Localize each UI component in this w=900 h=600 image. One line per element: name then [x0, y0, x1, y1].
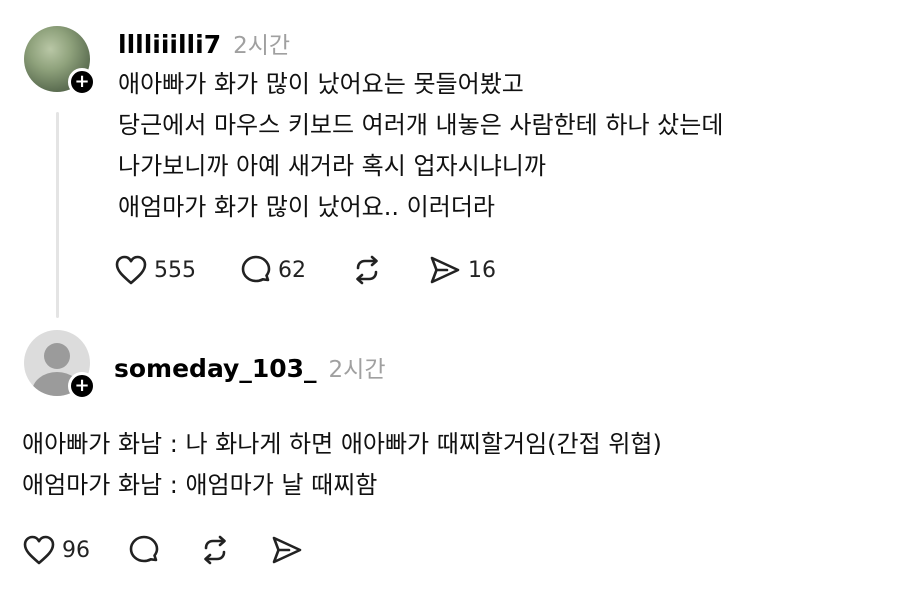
- thread-post-1: + lllliiilli7 2시간 애아빠가 화가 많이 났어요는 못들어봤고 …: [0, 0, 900, 330]
- follow-plus-icon[interactable]: +: [68, 372, 96, 400]
- comment-bubble-icon: [241, 255, 271, 283]
- like-button[interactable]: 555: [114, 254, 196, 286]
- repost-icon: [356, 255, 378, 285]
- post-header: someday_103_ 2시간: [114, 350, 386, 384]
- thread-post-2: + someday_103_ 2시간 애아빠가 화남 : 나 화나게 하면 애아…: [0, 320, 900, 600]
- post-body: 애아빠가 화가 많이 났어요는 못들어봤고 당근에서 마우스 키보드 여러개 내…: [118, 64, 723, 228]
- like-count: 96: [62, 537, 90, 563]
- post-line: 애엄마가 화남 : 애엄마가 날 때찌함: [22, 471, 378, 499]
- share-count: 16: [468, 257, 496, 283]
- thread-connector-line: [56, 112, 59, 318]
- like-button[interactable]: 96: [22, 534, 90, 566]
- share-button[interactable]: [270, 534, 304, 566]
- repost-icon: [204, 535, 226, 565]
- send-icon: [430, 256, 460, 284]
- post-line: 애아빠가 화남 : 나 화나게 하면 애아빠가 때찌할거임(간접 위협): [22, 430, 662, 458]
- post-actions: 555 62 16: [114, 254, 540, 286]
- like-count: 555: [154, 257, 196, 283]
- username[interactable]: lllliiilli7: [118, 30, 221, 59]
- send-icon: [272, 536, 302, 564]
- avatar-head-shape: [44, 343, 70, 369]
- post-line: 나가보니까 아예 새거라 혹시 업자시냐니까: [118, 152, 546, 180]
- post-body: 애아빠가 화남 : 나 화나게 하면 애아빠가 때찌할거임(간접 위협) 애엄마…: [22, 424, 662, 506]
- comment-button[interactable]: 62: [240, 254, 306, 286]
- username[interactable]: someday_103_: [114, 354, 317, 383]
- comment-bubble-icon: [129, 535, 159, 563]
- repost-button[interactable]: [198, 534, 232, 566]
- heart-icon: [23, 535, 55, 565]
- comment-button[interactable]: [128, 534, 160, 566]
- author-avatar-1[interactable]: +: [24, 26, 96, 96]
- post-header: lllliiilli7 2시간: [118, 26, 290, 60]
- comment-count: 62: [278, 257, 306, 283]
- author-avatar-2[interactable]: +: [24, 330, 96, 400]
- post-time: 2시간: [233, 33, 291, 59]
- repost-button[interactable]: [350, 254, 384, 286]
- post-actions: 96: [22, 534, 342, 566]
- post-line: 애엄마가 화가 많이 났어요.. 이러더라: [118, 193, 495, 221]
- post-time: 2시간: [328, 357, 386, 383]
- post-line: 애아빠가 화가 많이 났어요는 못들어봤고: [118, 70, 524, 98]
- follow-plus-icon[interactable]: +: [68, 68, 96, 96]
- share-button[interactable]: 16: [428, 254, 496, 286]
- heart-icon: [115, 255, 147, 285]
- post-line: 당근에서 마우스 키보드 여러개 내놓은 사람한테 하나 샀는데: [118, 111, 724, 139]
